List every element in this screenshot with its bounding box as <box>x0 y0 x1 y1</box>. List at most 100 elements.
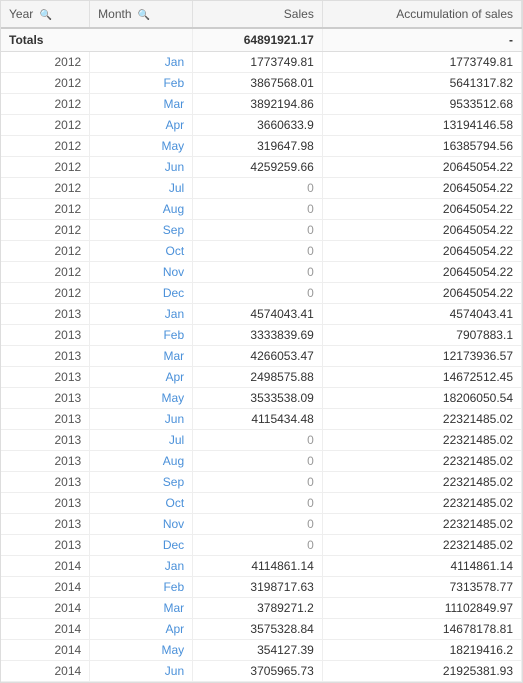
accum-cell: 22321485.02 <box>322 472 521 493</box>
totals-accum: - <box>322 28 521 52</box>
year-cell: 2013 <box>1 367 90 388</box>
table-row: 2012Feb3867568.015641317.82 <box>1 73 522 94</box>
month-cell: Feb <box>90 325 193 346</box>
year-cell: 2013 <box>1 430 90 451</box>
month-cell: Feb <box>90 73 193 94</box>
accum-cell: 18206050.54 <box>322 388 521 409</box>
accum-cell: 20645054.22 <box>322 220 521 241</box>
month-search-icon[interactable]: 🔍 <box>138 10 150 21</box>
month-cell: Dec <box>90 283 193 304</box>
accum-cell: 4114861.14 <box>322 556 521 577</box>
sales-cell: 0 <box>193 262 323 283</box>
year-cell: 2012 <box>1 241 90 262</box>
sales-cell: 0 <box>193 493 323 514</box>
year-cell: 2012 <box>1 136 90 157</box>
sales-cell: 3867568.01 <box>193 73 323 94</box>
accum-cell: 20645054.22 <box>322 199 521 220</box>
year-cell: 2014 <box>1 556 90 577</box>
accum-cell: 14678178.81 <box>322 619 521 640</box>
month-column-header: Month 🔍 <box>90 1 193 28</box>
accum-cell: 20645054.22 <box>322 178 521 199</box>
year-cell: 2013 <box>1 325 90 346</box>
table-row: 2014May354127.3918219416.2 <box>1 640 522 661</box>
month-cell: Jan <box>90 52 193 73</box>
year-cell: 2012 <box>1 178 90 199</box>
sales-cell: 0 <box>193 178 323 199</box>
accum-cell: 22321485.02 <box>322 514 521 535</box>
table-row: 2014Feb3198717.637313578.77 <box>1 577 522 598</box>
month-cell: Mar <box>90 598 193 619</box>
year-cell: 2012 <box>1 157 90 178</box>
sales-cell: 0 <box>193 241 323 262</box>
sales-cell: 4574043.41 <box>193 304 323 325</box>
accum-cell: 20645054.22 <box>322 262 521 283</box>
year-cell: 2012 <box>1 94 90 115</box>
main-table-container: Year 🔍 Month 🔍 Sales Accumulation of sal… <box>0 0 523 683</box>
sales-cell: 4266053.47 <box>193 346 323 367</box>
sales-cell: 4114861.14 <box>193 556 323 577</box>
month-cell: Apr <box>90 367 193 388</box>
table-row: 2012Mar3892194.869533512.68 <box>1 94 522 115</box>
accum-cell: 13194146.58 <box>322 115 521 136</box>
table-row: 2012May319647.9816385794.56 <box>1 136 522 157</box>
sales-cell: 0 <box>193 430 323 451</box>
table-row: 2014Jun3705965.7321925381.93 <box>1 661 522 682</box>
sales-cell: 3705965.73 <box>193 661 323 682</box>
table-row: 2012Jul020645054.22 <box>1 178 522 199</box>
accum-cell: 16385794.56 <box>322 136 521 157</box>
accum-cell: 7907883.1 <box>322 325 521 346</box>
year-search-icon[interactable]: 🔍 <box>40 10 52 21</box>
accum-cell: 22321485.02 <box>322 409 521 430</box>
sales-cell: 3660633.9 <box>193 115 323 136</box>
month-cell: Apr <box>90 619 193 640</box>
sales-cell: 0 <box>193 451 323 472</box>
table-row: 2013Mar4266053.4712173936.57 <box>1 346 522 367</box>
year-cell: 2013 <box>1 493 90 514</box>
month-cell: Mar <box>90 94 193 115</box>
table-row: 2013Aug022321485.02 <box>1 451 522 472</box>
month-cell: Jun <box>90 157 193 178</box>
accum-cell: 14672512.45 <box>322 367 521 388</box>
month-cell: Nov <box>90 514 193 535</box>
sales-cell: 3892194.86 <box>193 94 323 115</box>
accum-cell: 7313578.77 <box>322 577 521 598</box>
accum-cell: 18219416.2 <box>322 640 521 661</box>
table-row: 2012Dec020645054.22 <box>1 283 522 304</box>
sales-cell: 0 <box>193 283 323 304</box>
year-cell: 2012 <box>1 115 90 136</box>
accum-cell: 22321485.02 <box>322 535 521 556</box>
accum-cell: 1773749.81 <box>322 52 521 73</box>
accum-cell: 11102849.97 <box>322 598 521 619</box>
totals-label: Totals <box>1 28 193 52</box>
table-row: 2013Feb3333839.697907883.1 <box>1 325 522 346</box>
data-table: Year 🔍 Month 🔍 Sales Accumulation of sal… <box>1 1 522 682</box>
sales-cell: 0 <box>193 199 323 220</box>
month-cell: Dec <box>90 535 193 556</box>
totals-row: Totals 64891921.17 - <box>1 28 522 52</box>
year-cell: 2013 <box>1 346 90 367</box>
table-row: 2014Apr3575328.8414678178.81 <box>1 619 522 640</box>
sales-cell: 319647.98 <box>193 136 323 157</box>
accum-cell: 20645054.22 <box>322 283 521 304</box>
table-row: 2012Nov020645054.22 <box>1 262 522 283</box>
year-column-header: Year 🔍 <box>1 1 90 28</box>
year-cell: 2013 <box>1 451 90 472</box>
sales-cell: 0 <box>193 220 323 241</box>
sales-column-header: Sales <box>193 1 323 28</box>
year-cell: 2013 <box>1 535 90 556</box>
sales-cell: 0 <box>193 472 323 493</box>
month-cell: May <box>90 388 193 409</box>
year-cell: 2013 <box>1 388 90 409</box>
year-cell: 2014 <box>1 661 90 682</box>
year-cell: 2012 <box>1 283 90 304</box>
month-cell: Oct <box>90 493 193 514</box>
year-cell: 2014 <box>1 619 90 640</box>
sales-cell: 0 <box>193 535 323 556</box>
table-row: 2013Jun4115434.4822321485.02 <box>1 409 522 430</box>
sales-cell: 3533538.09 <box>193 388 323 409</box>
accum-cell: 4574043.41 <box>322 304 521 325</box>
accum-cell: 22321485.02 <box>322 451 521 472</box>
accum-cell: 22321485.02 <box>322 493 521 514</box>
year-cell: 2014 <box>1 640 90 661</box>
month-cell: Oct <box>90 241 193 262</box>
